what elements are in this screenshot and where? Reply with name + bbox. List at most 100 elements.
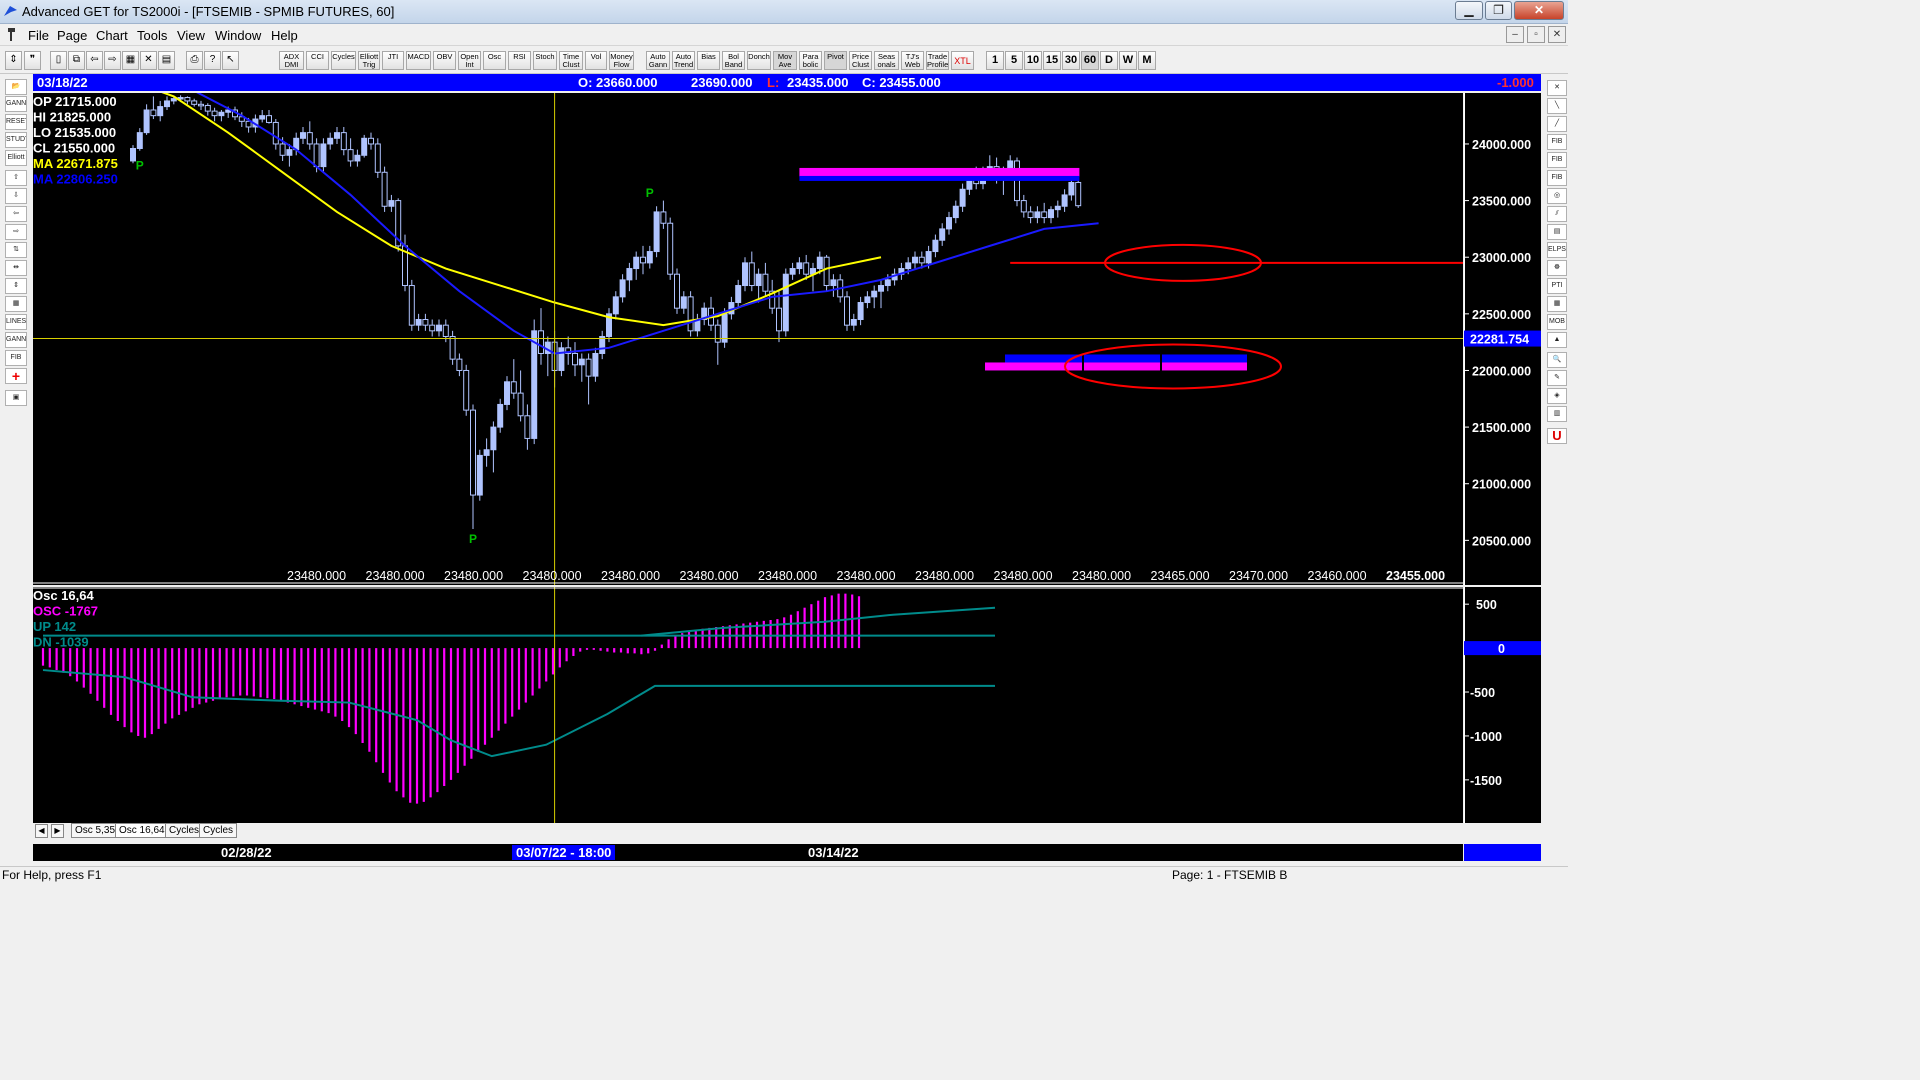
right-tool-5-icon[interactable]: FIB TIME — [1547, 170, 1567, 186]
help-icon[interactable]: ? — [204, 51, 221, 70]
study-button-bias[interactable]: Bias — [697, 51, 720, 70]
right-tool-19-icon[interactable]: U — [1547, 428, 1567, 444]
right-tool-7-icon[interactable]: ⫽ — [1547, 206, 1567, 222]
tab-osc-5-35[interactable]: Osc 5,35 — [71, 823, 120, 838]
right-tool-12-icon[interactable]: ▦ — [1547, 296, 1567, 312]
study-button-money-flow[interactable]: Money Flow — [609, 51, 634, 70]
right-tool-17-icon[interactable]: ◈ — [1547, 388, 1567, 404]
tab-cycles-2[interactable]: Cycles — [199, 823, 238, 838]
left-tool-12-icon[interactable]: ▦ — [5, 296, 27, 312]
left-tool-4-icon[interactable]: Elliott — [5, 150, 27, 166]
left-tool-0-icon[interactable]: 📂 — [5, 79, 27, 95]
left-tool-17-icon[interactable]: ▣ — [5, 390, 27, 406]
left-tool-8-icon[interactable]: ⇨ — [5, 224, 27, 240]
tab-osc-16-64[interactable]: Osc 16,64 — [115, 823, 169, 838]
back-icon[interactable]: ⇦ — [86, 51, 103, 70]
left-tool-3-icon[interactable]: STUDY — [5, 132, 27, 148]
tool-quote-icon[interactable]: ❞ — [24, 51, 41, 70]
left-tool-11-icon[interactable]: ⇕ — [5, 278, 27, 294]
study-button-adx-dmi[interactable]: ADX DMI — [279, 51, 304, 70]
study-button-stoch[interactable]: Stoch — [533, 51, 557, 70]
right-tool-9-icon[interactable]: ELPS — [1547, 242, 1567, 258]
study-button-osc[interactable]: Osc — [483, 51, 506, 70]
left-tool-14-icon[interactable]: GANN — [5, 332, 27, 348]
tab-scroll-left-icon[interactable]: ◀ — [35, 824, 48, 838]
study-button-obv[interactable]: OBV — [433, 51, 456, 70]
menu-help[interactable]: Help — [271, 28, 298, 43]
study-button-price-clust[interactable]: Price Clust — [849, 51, 872, 70]
timeframe-button-m[interactable]: M — [1138, 51, 1156, 70]
left-tool-1-icon[interactable]: GANN — [5, 96, 27, 112]
menu-window[interactable]: Window — [215, 28, 261, 43]
oscillator-axis[interactable]: 500 0 -500 -1000 -1500 — [1464, 587, 1541, 823]
copy-page-icon[interactable]: ⧉ — [68, 51, 85, 70]
right-tool-10-icon[interactable]: ☸ — [1547, 260, 1567, 276]
timeframe-button-1[interactable]: 1 — [986, 51, 1004, 70]
delete-icon[interactable]: ✕ — [140, 51, 157, 70]
study-button-xtl[interactable]: XTL — [951, 51, 974, 70]
mdi-restore-button[interactable]: ▫ — [1527, 26, 1545, 43]
menu-view[interactable]: View — [177, 28, 205, 43]
menu-page[interactable]: Page — [57, 28, 87, 43]
timeframe-button-10[interactable]: 10 — [1024, 51, 1042, 70]
study-button-trade-profile[interactable]: Trade Profile — [926, 51, 949, 70]
tool-pointer-icon[interactable]: ⇕ — [5, 51, 22, 70]
study-button-rsi[interactable]: RSI — [508, 51, 531, 70]
right-tool-2-icon[interactable]: ╱ — [1547, 116, 1567, 132]
study-button-bol-band[interactable]: Bol Band — [722, 51, 745, 70]
timeframe-button-5[interactable]: 5 — [1005, 51, 1023, 70]
left-tool-7-icon[interactable]: ⇦ — [5, 206, 27, 222]
mdi-minimize-button[interactable]: – — [1506, 26, 1524, 43]
study-button-pivot[interactable]: Pivot — [824, 51, 847, 70]
left-tool-13-icon[interactable]: LINES — [5, 314, 27, 330]
timeframe-button-d[interactable]: D — [1100, 51, 1118, 70]
timeframe-button-30[interactable]: 30 — [1062, 51, 1080, 70]
study-button-macd[interactable]: MACD — [406, 51, 431, 70]
left-tool-10-icon[interactable]: ⇹ — [5, 260, 27, 276]
right-tool-8-icon[interactable]: ▤ — [1547, 224, 1567, 240]
study-button-elliott-trig[interactable]: Elliott Trig — [358, 51, 380, 70]
right-tool-0-icon[interactable]: ✕ — [1547, 80, 1567, 96]
menu-tools[interactable]: Tools — [137, 28, 167, 43]
left-tool-5-icon[interactable]: ⇧ — [5, 170, 27, 186]
timeframe-button-w[interactable]: W — [1119, 51, 1137, 70]
tab-cycles-1[interactable]: Cycles — [165, 823, 204, 838]
study-button-mov-ave[interactable]: Mov Ave — [773, 51, 797, 70]
new-page-icon[interactable]: ▯ — [50, 51, 67, 70]
timeframe-button-60[interactable]: 60 — [1081, 51, 1099, 70]
left-tool-6-icon[interactable]: ⇩ — [5, 188, 27, 204]
right-tool-13-icon[interactable]: MOB — [1547, 314, 1567, 330]
study-button-auto-trend[interactable]: Auto Trend — [672, 51, 695, 70]
menu-file[interactable]: File — [28, 28, 49, 43]
study-button-seas-onals[interactable]: Seas onals — [874, 51, 899, 70]
maximize-button[interactable]: ❐ — [1485, 1, 1512, 20]
left-tool-15-icon[interactable]: FIB — [5, 350, 27, 366]
tab-scroll-right-icon[interactable]: ▶ — [51, 824, 64, 838]
price-chart[interactable]: P P P OP 21715.000HI 21825.000LO 21535.000C… — [33, 93, 1463, 585]
oscillator-chart[interactable]: Osc 16,64OSC -1767UP 142DN -1039 — [33, 587, 1463, 823]
grid-icon[interactable]: ▦ — [122, 51, 139, 70]
left-tool-9-icon[interactable]: ⇅ — [5, 242, 27, 258]
right-tool-3-icon[interactable]: FIB RET — [1547, 134, 1567, 150]
left-tool-16-icon[interactable]: + — [5, 368, 27, 384]
study-button-para-bolic[interactable]: Para bolic — [799, 51, 822, 70]
menu-chart[interactable]: Chart — [96, 28, 128, 43]
study-button-cycles[interactable]: Cycles — [331, 51, 356, 70]
study-button-jti[interactable]: JTI — [382, 51, 404, 70]
study-button-auto-gann[interactable]: Auto Gann — [646, 51, 670, 70]
price-axis[interactable]: 24000.000 23500.000 23000.000 22500.000 2200… — [1464, 93, 1541, 585]
right-tool-11-icon[interactable]: PTI — [1547, 278, 1567, 294]
context-help-icon[interactable]: ↖ — [222, 51, 239, 70]
study-button-tj-s-web[interactable]: TJ's Web — [901, 51, 924, 70]
close-window-button[interactable]: ✕ — [1514, 1, 1564, 20]
right-tool-15-icon[interactable]: 🔍 — [1547, 352, 1567, 368]
study-button-donch[interactable]: Donch — [747, 51, 771, 70]
right-tool-16-icon[interactable]: ✎ — [1547, 370, 1567, 386]
mdi-close-button[interactable]: ✕ — [1548, 26, 1566, 43]
minimize-button[interactable]: ▁ — [1455, 1, 1483, 20]
study-button-time-clust[interactable]: Time Clust — [559, 51, 583, 70]
left-tool-2-icon[interactable]: RESET — [5, 114, 27, 130]
table-icon[interactable]: ▤ — [158, 51, 175, 70]
right-tool-14-icon[interactable]: ▲ — [1547, 332, 1567, 348]
right-tool-1-icon[interactable]: ╲ — [1547, 98, 1567, 114]
